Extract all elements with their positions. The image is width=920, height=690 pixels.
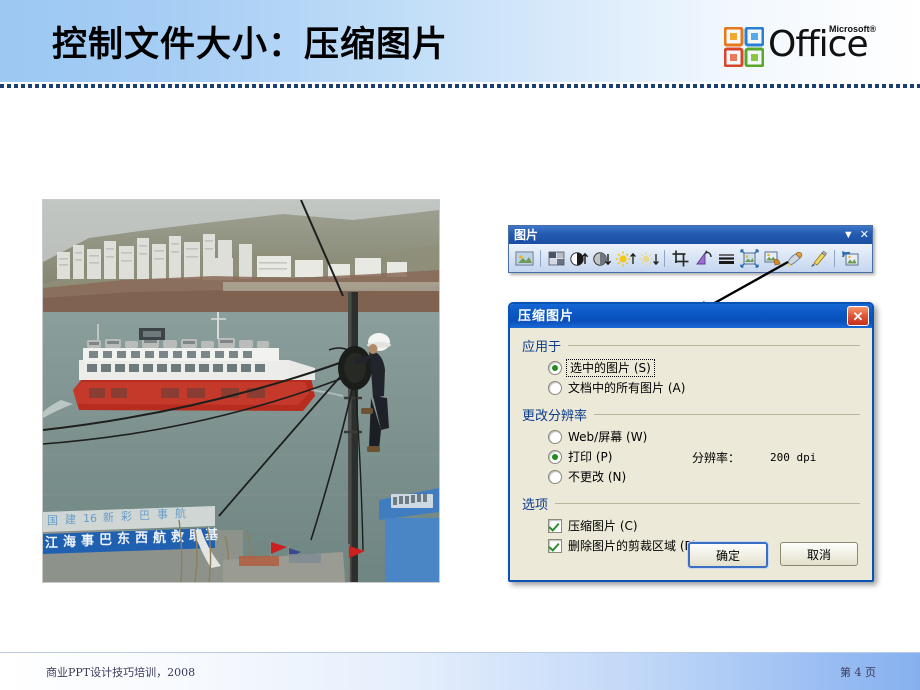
- crop-icon[interactable]: [670, 248, 691, 269]
- toolbar-title: 图片: [514, 229, 538, 241]
- resolution-readout-label: 分辨率：: [692, 449, 740, 466]
- dialog-body: 应用于 选中的图片 (S) 文档中的所有图片 (A) 更改分辨率 Web/屏幕 …: [510, 328, 872, 580]
- resolution-group-label: 更改分辨率: [522, 405, 594, 424]
- svg-text:海: 海: [63, 534, 76, 550]
- options-group-header: 选项: [522, 494, 860, 513]
- reset-picture-icon[interactable]: [840, 248, 861, 269]
- resolution-readout-value: 200 dpi: [770, 451, 816, 464]
- more-brightness-icon[interactable]: [615, 248, 636, 269]
- close-icon[interactable]: ✕: [860, 230, 869, 241]
- picture-toolbar[interactable]: 图片 ▼ ✕: [508, 225, 873, 273]
- line-style-icon[interactable]: [716, 248, 737, 269]
- group-divider: [555, 503, 860, 504]
- checkbox-icon[interactable]: [548, 539, 562, 553]
- svg-text:江: 江: [45, 535, 58, 551]
- svg-text:16: 16: [83, 512, 97, 525]
- resolution-group-header: 更改分辨率: [522, 405, 860, 424]
- compress-pictures-dialog[interactable]: 压缩图片 ✕ 应用于 选中的图片 (S) 文档中的所有图片 (A) 更改分辨率: [508, 302, 874, 582]
- radio-selected-pictures[interactable]: 选中的图片 (S): [522, 358, 860, 378]
- radio-no-change[interactable]: 不更改 (N): [522, 467, 860, 487]
- format-picture-icon[interactable]: [785, 248, 806, 269]
- svg-text:新: 新: [103, 510, 114, 524]
- office-squares-logo-icon: [724, 27, 764, 67]
- set-transparent-color-icon[interactable]: [808, 248, 829, 269]
- checkbox-icon[interactable]: [548, 519, 562, 533]
- svg-text:国: 国: [47, 514, 58, 527]
- slide-footer: 商业PPT设计技巧培训，2008 第 4 页: [0, 652, 920, 690]
- close-icon[interactable]: ✕: [847, 306, 869, 326]
- recolor-picture-icon[interactable]: [762, 248, 783, 269]
- resolution-readout: 分辨率： 200 dpi: [692, 449, 816, 466]
- svg-text:航: 航: [153, 530, 166, 546]
- insert-picture-icon[interactable]: [514, 248, 535, 269]
- less-contrast-icon[interactable]: [592, 248, 613, 269]
- footer-page-number: 第 4 页: [840, 664, 876, 680]
- toolbar-separator: [540, 250, 541, 267]
- radio-web-screen-label: Web/屏幕 (W): [568, 431, 647, 443]
- office-logo-microsoft: Microsoft®: [829, 24, 876, 34]
- svg-text:事: 事: [157, 508, 168, 521]
- radio-button-icon[interactable]: [548, 381, 562, 395]
- group-divider: [594, 414, 860, 415]
- less-brightness-icon[interactable]: [638, 248, 659, 269]
- apply-to-group-label: 应用于: [522, 336, 568, 355]
- apply-to-group-header: 应用于: [522, 336, 860, 355]
- toolbar-button-strip: [509, 244, 872, 272]
- chevron-down-icon[interactable]: ▼: [843, 230, 854, 241]
- radio-button-icon[interactable]: [548, 361, 562, 375]
- checkbox-compress-pictures-label: 压缩图片 (C): [568, 520, 638, 532]
- svg-text:彩: 彩: [121, 510, 132, 523]
- radio-no-change-label: 不更改 (N): [568, 471, 626, 483]
- more-contrast-icon[interactable]: [569, 248, 590, 269]
- svg-text:基: 基: [204, 527, 219, 543]
- toolbar-separator: [834, 250, 835, 267]
- photo-image: 江海 事巴 东西 航救 助基 国建 16新 彩巴 事航: [43, 200, 439, 582]
- checkbox-delete-cropped-areas-label: 删除图片的剪裁区域 (E): [568, 540, 697, 552]
- color-icon[interactable]: [546, 248, 567, 269]
- page-title: 控制文件大小：压缩图片: [52, 16, 448, 67]
- dialog-titlebar: 压缩图片 ✕: [510, 304, 872, 328]
- radio-all-pictures[interactable]: 文档中的所有图片 (A): [522, 378, 860, 398]
- radio-web-screen[interactable]: Web/屏幕 (W): [522, 427, 860, 447]
- radio-selected-pictures-label: 选中的图片 (S): [568, 361, 653, 375]
- checkbox-compress-pictures[interactable]: 压缩图片 (C): [522, 516, 860, 536]
- rotate-left-icon[interactable]: [693, 248, 714, 269]
- svg-text:巴: 巴: [99, 533, 112, 548]
- cancel-button[interactable]: 取消: [780, 542, 858, 566]
- svg-text:建: 建: [65, 512, 76, 526]
- svg-text:西: 西: [135, 531, 148, 546]
- slide-header: 控制文件大小：压缩图片 Office Microsoft®: [0, 0, 920, 82]
- footer-divider: [0, 652, 920, 653]
- radio-print[interactable]: 打印 (P) 分辨率： 200 dpi: [522, 447, 860, 467]
- group-divider: [568, 345, 860, 346]
- radio-print-label: 打印 (P): [568, 451, 612, 463]
- footer-course-label: 商业PPT设计技巧培训，2008: [46, 664, 195, 680]
- office-logo: Office Microsoft®: [724, 22, 900, 70]
- svg-text:巴: 巴: [139, 509, 150, 522]
- svg-text:救: 救: [171, 529, 184, 545]
- dialog-button-row: 确定 取消: [688, 542, 858, 568]
- radio-button-icon[interactable]: [548, 450, 562, 464]
- river-ferry-photo[interactable]: 江海 事巴 东西 航救 助基 国建 16新 彩巴 事航: [42, 199, 440, 583]
- radio-button-icon[interactable]: [548, 470, 562, 484]
- ok-button[interactable]: 确定: [688, 542, 768, 568]
- radio-button-icon[interactable]: [548, 430, 562, 444]
- blue-shed: [379, 488, 439, 582]
- toolbar-titlebar: 图片 ▼ ✕: [509, 226, 872, 244]
- header-dotted-rule: [0, 84, 920, 88]
- compress-pictures-icon[interactable]: [739, 248, 760, 269]
- toolbar-separator: [664, 250, 665, 267]
- dialog-title: 压缩图片: [518, 310, 574, 323]
- radio-all-pictures-label: 文档中的所有图片 (A): [568, 382, 685, 394]
- slide-canvas: 控制文件大小：压缩图片 Office Microsoft®: [0, 0, 920, 690]
- svg-text:东: 东: [117, 531, 130, 547]
- svg-text:事: 事: [81, 533, 94, 549]
- options-group-label: 选项: [522, 494, 555, 513]
- svg-text:航: 航: [175, 506, 186, 520]
